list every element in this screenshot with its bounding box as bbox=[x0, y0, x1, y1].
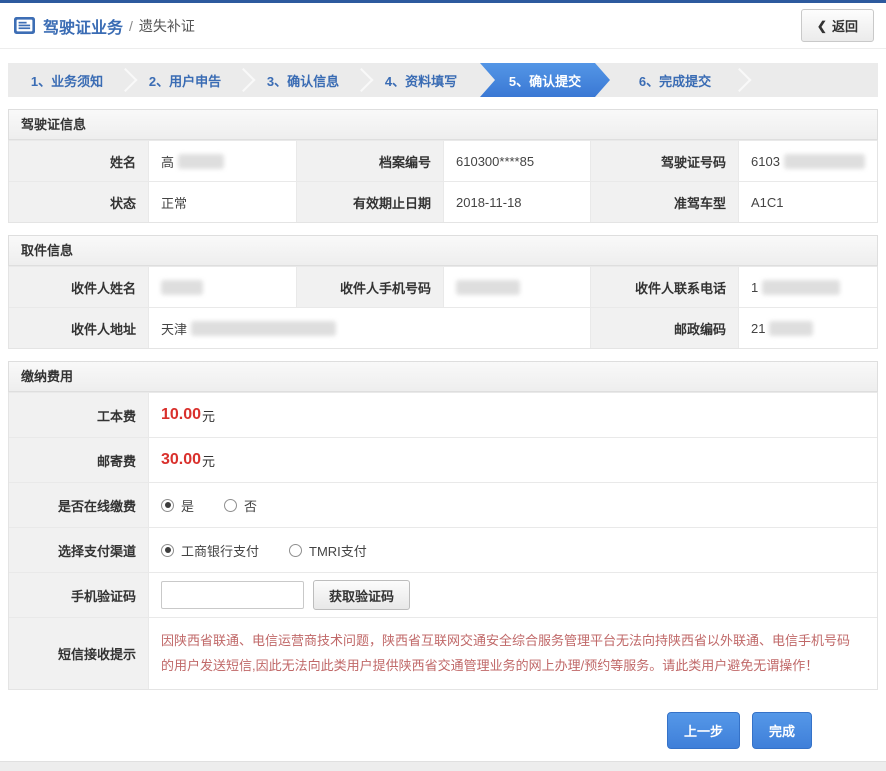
bottom-strip bbox=[0, 761, 886, 771]
radio-unselected-icon bbox=[224, 499, 237, 512]
value-work-fee: 10.00 元 bbox=[148, 392, 877, 437]
value-recipient-phone: 1 bbox=[738, 266, 877, 307]
page-header: 驾驶证业务 / 遗失补证 ❮ 返回 bbox=[0, 3, 886, 49]
redaction-blur bbox=[769, 321, 813, 336]
work-fee-unit: 元 bbox=[202, 406, 215, 425]
value-file-number: 610300****85 bbox=[443, 140, 590, 181]
value-pay-online: 是 否 bbox=[148, 482, 877, 527]
postage-fee-unit: 元 bbox=[202, 451, 215, 470]
page-title: 驾驶证业务 bbox=[43, 14, 123, 38]
radio-pay-online-no[interactable]: 否 bbox=[224, 496, 257, 515]
pickup-info-section: 取件信息 收件人姓名 收件人手机号码 收件人联系电话 1 收件人地址 天津 邮政… bbox=[8, 235, 878, 349]
value-recipient-mobile bbox=[443, 266, 590, 307]
license-business-icon bbox=[14, 17, 35, 34]
payment-section: 缴纳费用 工本费 10.00 元 邮寄费 30.00 元 是否在线缴费 是 否 … bbox=[8, 361, 878, 690]
radio-channel-icbc[interactable]: 工商银行支付 bbox=[161, 541, 259, 560]
footer-actions: 上一步 完成 bbox=[0, 712, 886, 749]
step-1-business-notice: 1、业务须知 bbox=[8, 63, 126, 97]
value-status: 正常 bbox=[148, 181, 296, 222]
step-2-user-declaration: 2、用户申告 bbox=[126, 63, 244, 97]
sms-notice-text: 因陕西省联通、电信运营商技术问题，陕西省互联网交通安全综合服务管理平台无法向持陕… bbox=[161, 629, 859, 678]
value-name: 高 bbox=[148, 140, 296, 181]
breadcrumb-separator: / bbox=[129, 18, 133, 34]
sms-notice-cell: 因陕西省联通、电信运营商技术问题，陕西省互联网交通安全综合服务管理平台无法向持陕… bbox=[148, 617, 877, 689]
license-section-title: 驾驶证信息 bbox=[8, 109, 878, 140]
label-work-fee: 工本费 bbox=[9, 392, 148, 437]
label-postal-code: 邮政编码 bbox=[590, 307, 738, 348]
value-valid-until: 2018-11-18 bbox=[443, 181, 590, 222]
finish-button[interactable]: 完成 bbox=[752, 712, 812, 749]
redaction-blur bbox=[784, 154, 865, 169]
back-button-label: 返回 bbox=[832, 16, 858, 35]
label-recipient-mobile: 收件人手机号码 bbox=[296, 266, 443, 307]
breadcrumb-current: 遗失补证 bbox=[139, 16, 195, 36]
value-postage-fee: 30.00 元 bbox=[148, 437, 877, 482]
radio-unselected-icon bbox=[289, 544, 302, 557]
redaction-blur bbox=[161, 280, 203, 295]
step-5-confirm-submit-active: 5、确认提交 bbox=[480, 63, 610, 97]
get-code-button[interactable]: 获取验证码 bbox=[313, 580, 410, 610]
chevron-left-icon: ❮ bbox=[817, 19, 827, 33]
value-postal-code: 21 bbox=[738, 307, 877, 348]
label-recipient-phone: 收件人联系电话 bbox=[590, 266, 738, 307]
label-license-number: 驾驶证号码 bbox=[590, 140, 738, 181]
label-name: 姓名 bbox=[9, 140, 148, 181]
postage-fee-amount: 30.00 bbox=[161, 451, 201, 469]
redaction-blur bbox=[762, 280, 840, 295]
radio-selected-icon bbox=[161, 544, 174, 557]
label-file-number: 档案编号 bbox=[296, 140, 443, 181]
back-button[interactable]: ❮ 返回 bbox=[801, 9, 874, 42]
payment-section-title: 缴纳费用 bbox=[8, 361, 878, 392]
label-sms-code: 手机验证码 bbox=[9, 572, 148, 617]
label-valid-until: 有效期止日期 bbox=[296, 181, 443, 222]
label-recipient-name: 收件人姓名 bbox=[9, 266, 148, 307]
step-4-fill-material: 4、资料填写 bbox=[362, 63, 480, 97]
label-postage-fee: 邮寄费 bbox=[9, 437, 148, 482]
redaction-blur bbox=[456, 280, 520, 295]
step-3-confirm-info: 3、确认信息 bbox=[244, 63, 362, 97]
label-sms-notice: 短信接收提示 bbox=[9, 617, 148, 689]
label-pay-online: 是否在线缴费 bbox=[9, 482, 148, 527]
radio-pay-online-yes[interactable]: 是 bbox=[161, 496, 194, 515]
value-recipient-address: 天津 bbox=[148, 307, 590, 348]
redaction-blur bbox=[191, 321, 336, 336]
license-info-section: 驾驶证信息 姓名 高 档案编号 610300****85 驾驶证号码 6103 … bbox=[8, 109, 878, 223]
label-status: 状态 bbox=[9, 181, 148, 222]
redaction-blur bbox=[178, 154, 224, 169]
label-recipient-address: 收件人地址 bbox=[9, 307, 148, 348]
radio-channel-tmri[interactable]: TMRI支付 bbox=[289, 541, 367, 560]
work-fee-amount: 10.00 bbox=[161, 406, 201, 424]
step-6-finish-submit: 6、完成提交 bbox=[610, 63, 740, 97]
step-progress-bar: 1、业务须知 2、用户申告 3、确认信息 4、资料填写 5、确认提交 6、完成提… bbox=[8, 63, 878, 97]
label-pay-channel: 选择支付渠道 bbox=[9, 527, 148, 572]
value-vehicle-class: A1C1 bbox=[738, 181, 877, 222]
pickup-section-title: 取件信息 bbox=[8, 235, 878, 266]
value-sms-code: 获取验证码 bbox=[148, 572, 877, 617]
label-vehicle-class: 准驾车型 bbox=[590, 181, 738, 222]
value-license-number: 6103 bbox=[738, 140, 877, 181]
value-recipient-name bbox=[148, 266, 296, 307]
sms-code-input[interactable] bbox=[161, 581, 304, 609]
prev-step-button[interactable]: 上一步 bbox=[667, 712, 740, 749]
value-pay-channel: 工商银行支付 TMRI支付 bbox=[148, 527, 877, 572]
radio-selected-icon bbox=[161, 499, 174, 512]
